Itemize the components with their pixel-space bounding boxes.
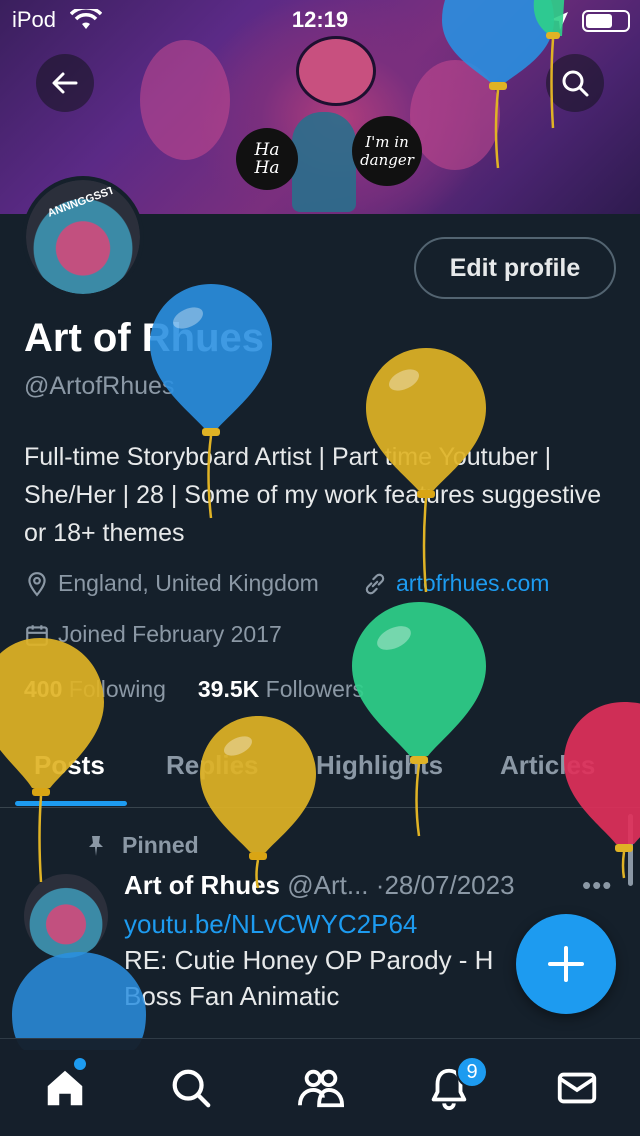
tweet-body: youtu.be/NLvCWYC2P64 RE: Cutie Honey OP … — [124, 906, 544, 1014]
banner-art-face — [296, 36, 376, 106]
nav-search[interactable] — [166, 1063, 216, 1113]
balloon-decoration — [150, 284, 272, 519]
tweet-avatar[interactable] — [24, 874, 108, 958]
profile-avatar[interactable]: ANNNGGSST — [22, 176, 144, 298]
notification-badge: 9 — [456, 1056, 488, 1088]
balloon-decoration — [366, 348, 486, 593]
home-icon — [47, 1070, 83, 1106]
profile-bio: Full-time Storyboard Artist | Part time … — [24, 443, 602, 547]
pinned-label: Pinned — [122, 832, 199, 858]
nav-home[interactable] — [40, 1063, 90, 1113]
messages-icon — [557, 1072, 597, 1104]
location-pin-icon — [28, 571, 46, 596]
nav-messages[interactable] — [552, 1063, 602, 1113]
banner-speech-bubble: Ha Ha — [236, 128, 298, 190]
tweet-header: Art of Rhues @Art... ·28/07/2023 — [124, 870, 515, 901]
bottom-navigation — [0, 1038, 640, 1136]
balloon-decoration — [442, 0, 565, 169]
tweet-date: 28/07/2023 — [384, 870, 515, 900]
battery-icon — [582, 10, 630, 32]
balloon-decoration — [12, 952, 146, 1050]
avatar-caption: ANNNGGSST — [46, 184, 117, 220]
communities-icon — [298, 1069, 345, 1108]
home-unread-dot — [74, 1058, 86, 1070]
search-icon — [172, 1069, 211, 1108]
compose-post-button[interactable] — [516, 914, 616, 1014]
edit-profile-button[interactable]: Edit profile — [414, 237, 616, 299]
balloon-decoration — [564, 702, 640, 879]
tweet-text: RE: Cutie Honey OP Parody - H Boss Fan A… — [124, 945, 494, 1011]
balloon-decoration — [0, 638, 104, 883]
profile-location: England, United Kingdom — [24, 570, 319, 597]
nav-communities[interactable] — [296, 1063, 346, 1113]
banner-art-figure — [292, 112, 356, 212]
followers-link[interactable]: 39.5K Followers — [198, 676, 364, 702]
back-button[interactable] — [36, 54, 94, 112]
banner-speech-bubble: I'm in danger — [352, 116, 422, 186]
banner-art-hand — [140, 40, 230, 160]
plus-icon — [548, 946, 584, 982]
back-arrow-icon — [52, 72, 78, 94]
location-text: England, United Kingdom — [58, 570, 319, 596]
balloon-decoration — [200, 716, 316, 889]
tweet-link[interactable]: youtu.be/NLvCWYC2P64 — [124, 909, 417, 939]
balloon-decoration — [352, 602, 486, 837]
